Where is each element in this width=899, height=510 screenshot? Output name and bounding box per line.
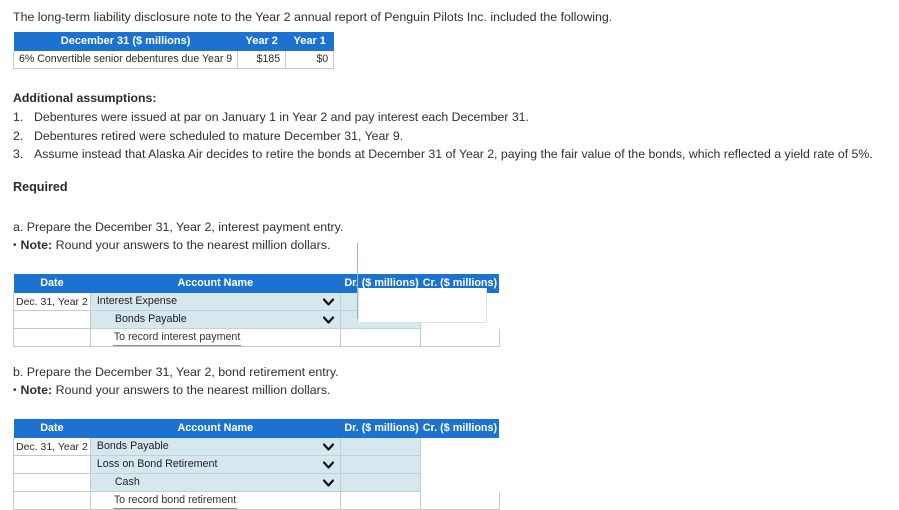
table-row: Dec. 31, Year 2 Bonds Payable <box>13 438 500 456</box>
disclosure-cell-year2: $185 <box>237 51 287 69</box>
chevron-down-icon[interactable] <box>322 461 334 468</box>
je-b-row1-account-label: Bonds Payable <box>96 440 169 452</box>
table-row: To record interest payment <box>13 328 500 347</box>
table-row: 6% Convertible senior debentures due Yea… <box>12 51 335 69</box>
part-b-journal-entry-table: Date Account Name Dr. ($ millions) Cr. (… <box>13 419 500 510</box>
table-row: Cash <box>13 473 500 492</box>
bullet-icon: • <box>13 240 17 251</box>
je-a-row1-account-label: Interest Expense <box>96 295 178 307</box>
je-a-row1-date: Dec. 31, Year 2 <box>13 293 91 311</box>
part-a-note: • Note: Round your answers to the nearest… <box>13 236 343 255</box>
assumption-text: Debentures were issued at par on January… <box>34 110 529 124</box>
je-b-row1-credit-input[interactable] <box>420 438 500 456</box>
assumptions-title: Additional assumptions: <box>13 91 157 105</box>
je-b-row3-account-select[interactable]: Cash <box>89 473 341 492</box>
disclosure-header-description: December 31 ($ millions) <box>13 32 238 51</box>
je-b-header-account-name: Account Name <box>90 419 341 438</box>
je-a-row2-date <box>13 310 91 329</box>
note-text: Round your answers to the nearest millio… <box>55 383 331 397</box>
disclosure-cell-year1: $0 <box>285 51 335 69</box>
note-label: Note: <box>20 238 53 252</box>
intro-paragraph: The long-term liability disclosure note … <box>13 10 613 24</box>
je-b-header-debit: Dr. ($ millions) <box>340 419 421 438</box>
disclosure-note-table: December 31 ($ millions) Year 2 Year 1 6… <box>12 32 335 69</box>
assumption-number: 2. <box>13 128 24 143</box>
je-a-header-date: Date <box>13 274 91 293</box>
required-heading: Required <box>13 180 68 194</box>
chevron-down-icon[interactable] <box>322 443 334 450</box>
je-b-row2-account-label: Loss on Bond Retirement <box>96 458 218 470</box>
je-b-memo-text: To record bond retirement <box>112 493 238 509</box>
chevron-down-icon[interactable] <box>322 298 334 305</box>
je-b-row3-date <box>13 473 91 492</box>
table-row: Loss on Bond Retirement <box>13 455 500 474</box>
je-b-row2-credit-input[interactable] <box>420 455 500 474</box>
note-label: Note: <box>20 383 53 397</box>
note-text: Round your answers to the nearest millio… <box>55 238 331 252</box>
je-b-header-date: Date <box>13 419 91 438</box>
je-a-row2-account-label: Bonds Payable <box>114 313 187 325</box>
je-a-row3-date <box>13 328 91 347</box>
part-b-note: • Note: Round your answers to the nearest… <box>13 381 339 400</box>
table-header-row: Date Account Name Dr. ($ millions) Cr. (… <box>13 419 500 438</box>
table-header-row: December 31 ($ millions) Year 2 Year 1 <box>13 32 334 51</box>
bullet-icon: • <box>13 385 17 396</box>
je-b-row1-date: Dec. 31, Year 2 <box>13 438 91 456</box>
text-caret <box>357 243 358 319</box>
je-b-row3-credit-input[interactable] <box>420 473 500 492</box>
part-b-prompt: b. Prepare the December 31, Year 2, bond… <box>13 363 339 400</box>
disclosure-cell-description: 6% Convertible senior debentures due Yea… <box>12 51 239 69</box>
je-a-header-account-name: Account Name <box>90 274 341 293</box>
je-a-row3-debit-input[interactable] <box>339 328 422 347</box>
je-a-credit-field-overlay[interactable] <box>358 288 487 323</box>
assumptions-list: 1. Debentures were issued at par on Janu… <box>13 108 873 164</box>
je-b-row1-account-select[interactable]: Bonds Payable <box>89 438 341 456</box>
list-item: 3. Assume instead that Alaska Air decide… <box>13 145 873 164</box>
disclosure-header-year2: Year 2 <box>237 32 286 51</box>
disclosure-header-year1: Year 1 <box>285 32 334 51</box>
assumption-number: 1. <box>13 110 24 124</box>
chevron-down-icon[interactable] <box>322 479 334 486</box>
je-b-row2-debit-input[interactable] <box>339 455 422 474</box>
chevron-down-icon[interactable] <box>322 316 334 323</box>
je-a-row2-account-select[interactable]: Bonds Payable <box>89 310 341 329</box>
je-a-row1-account-select[interactable]: Interest Expense <box>89 293 341 311</box>
je-a-memo-text: To record interest payment <box>112 330 242 346</box>
list-item: 2. Debentures retired were scheduled to … <box>13 127 873 146</box>
je-b-row2-account-select[interactable]: Loss on Bond Retirement <box>89 455 341 474</box>
assumption-number: 3. <box>13 147 24 161</box>
je-b-row2-date <box>13 455 91 474</box>
assumption-text: Debentures retired were scheduled to mat… <box>34 128 404 143</box>
part-b-instruction: b. Prepare the December 31, Year 2, bond… <box>13 365 339 379</box>
part-a-instruction: a. Prepare the December 31, Year 2, inte… <box>13 220 344 234</box>
je-b-header-credit: Cr. ($ millions) <box>420 419 500 438</box>
assumption-text: Assume instead that Alaska Air decides t… <box>34 147 873 161</box>
worksheet-page: The long-term liability disclosure note … <box>0 0 899 510</box>
je-b-row3-debit-input[interactable] <box>339 473 422 492</box>
je-a-memo-field[interactable]: To record interest payment <box>89 328 341 347</box>
je-b-row3-account-label: Cash <box>114 476 140 488</box>
list-item: 1. Debentures were issued at par on Janu… <box>13 108 873 127</box>
je-a-row3-credit-input[interactable] <box>420 328 500 347</box>
je-b-row1-debit-input[interactable] <box>339 438 422 456</box>
part-a-prompt: a. Prepare the December 31, Year 2, inte… <box>13 218 343 255</box>
